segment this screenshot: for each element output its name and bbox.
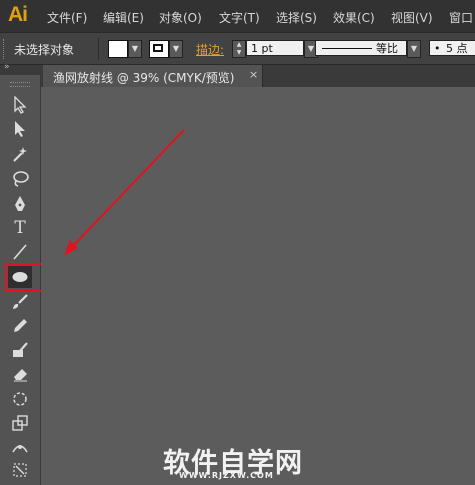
watermark-url: WWW.RJZXW.COM bbox=[179, 471, 274, 480]
annotation-arrow bbox=[64, 129, 185, 256]
